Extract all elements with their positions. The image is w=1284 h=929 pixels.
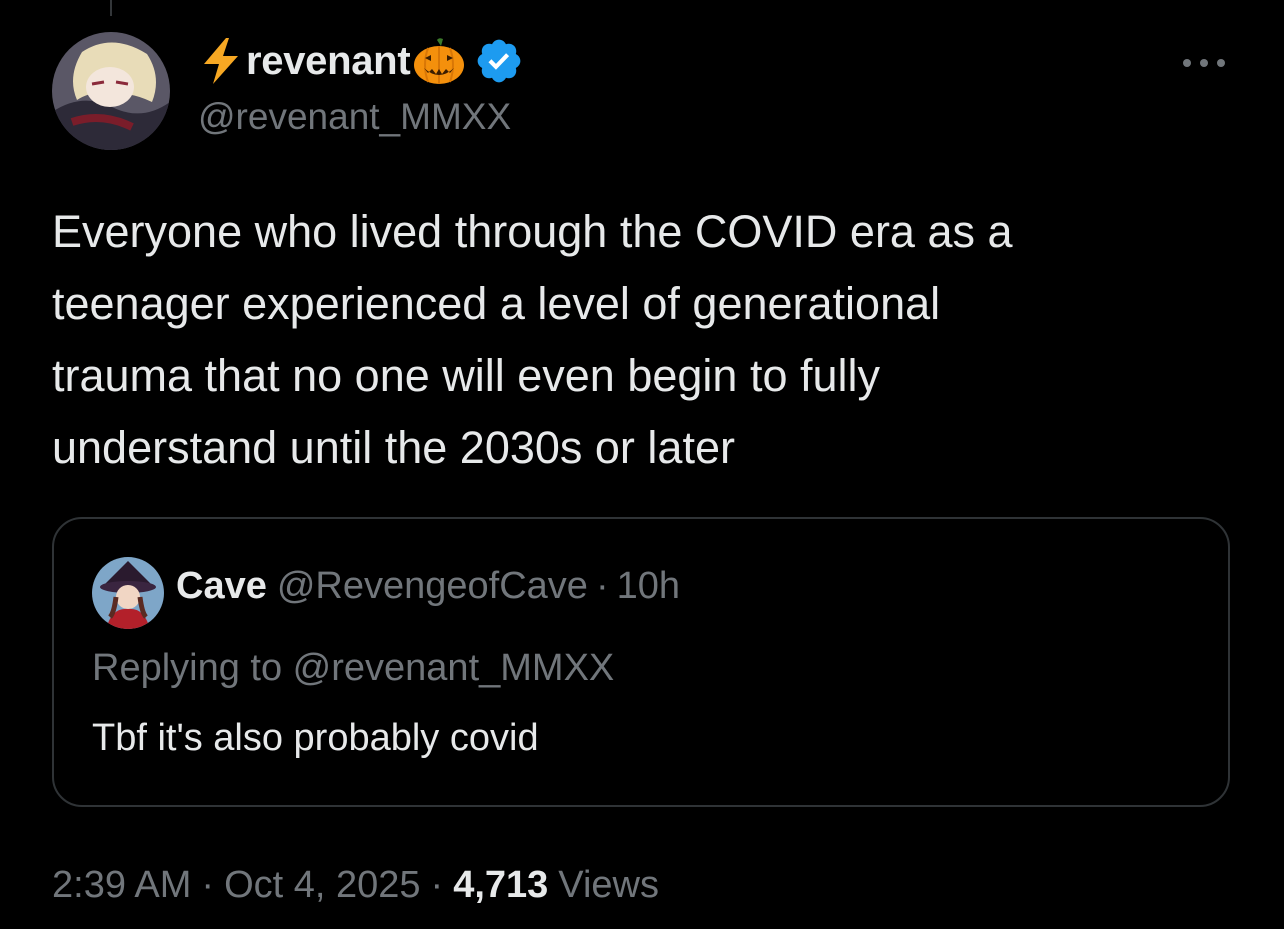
pumpkin-icon xyxy=(412,36,466,86)
lightning-icon xyxy=(198,36,244,86)
quote-author-avatar[interactable] xyxy=(92,557,164,629)
thread-connector-line xyxy=(110,0,112,16)
tweet-meta-row: 2:39 AM · Oct 4, 2025 · 4,713 Views xyxy=(52,864,659,907)
more-options-button[interactable] xyxy=(1178,48,1230,78)
verified-badge-icon[interactable] xyxy=(474,36,524,86)
views-count[interactable]: 4,713 xyxy=(453,864,548,907)
tweet-time[interactable]: 2:39 AM xyxy=(52,864,191,907)
quote-separator: · xyxy=(595,565,609,607)
tweet-date[interactable]: Oct 4, 2025 xyxy=(224,864,420,907)
meta-separator: · xyxy=(201,864,215,906)
quote-replying-to: Replying to @revenant_MMXX xyxy=(92,647,615,689)
meta-separator: · xyxy=(430,864,444,906)
author-avatar[interactable] xyxy=(52,32,170,150)
views-label: Views xyxy=(558,864,659,906)
author-name-row[interactable]: revenant xyxy=(198,34,524,88)
quoted-tweet-card[interactable]: Cave @RevengeofCave · 10h Replying to @r… xyxy=(52,517,1230,807)
quote-header: Cave @RevengeofCave · 10h xyxy=(176,565,680,608)
author-display-name[interactable]: revenant xyxy=(246,39,411,84)
quote-timestamp[interactable]: 10h xyxy=(617,565,680,608)
quote-text: Tbf it's also probably covid xyxy=(92,717,539,759)
quote-author-handle[interactable]: @RevengeofCave xyxy=(277,565,588,608)
tweet-text: Everyone who lived through the COVID era… xyxy=(52,206,1013,473)
quote-author-name[interactable]: Cave xyxy=(176,565,267,608)
more-dots-icon xyxy=(1183,59,1225,67)
author-handle[interactable]: @revenant_MMXX xyxy=(198,96,511,138)
